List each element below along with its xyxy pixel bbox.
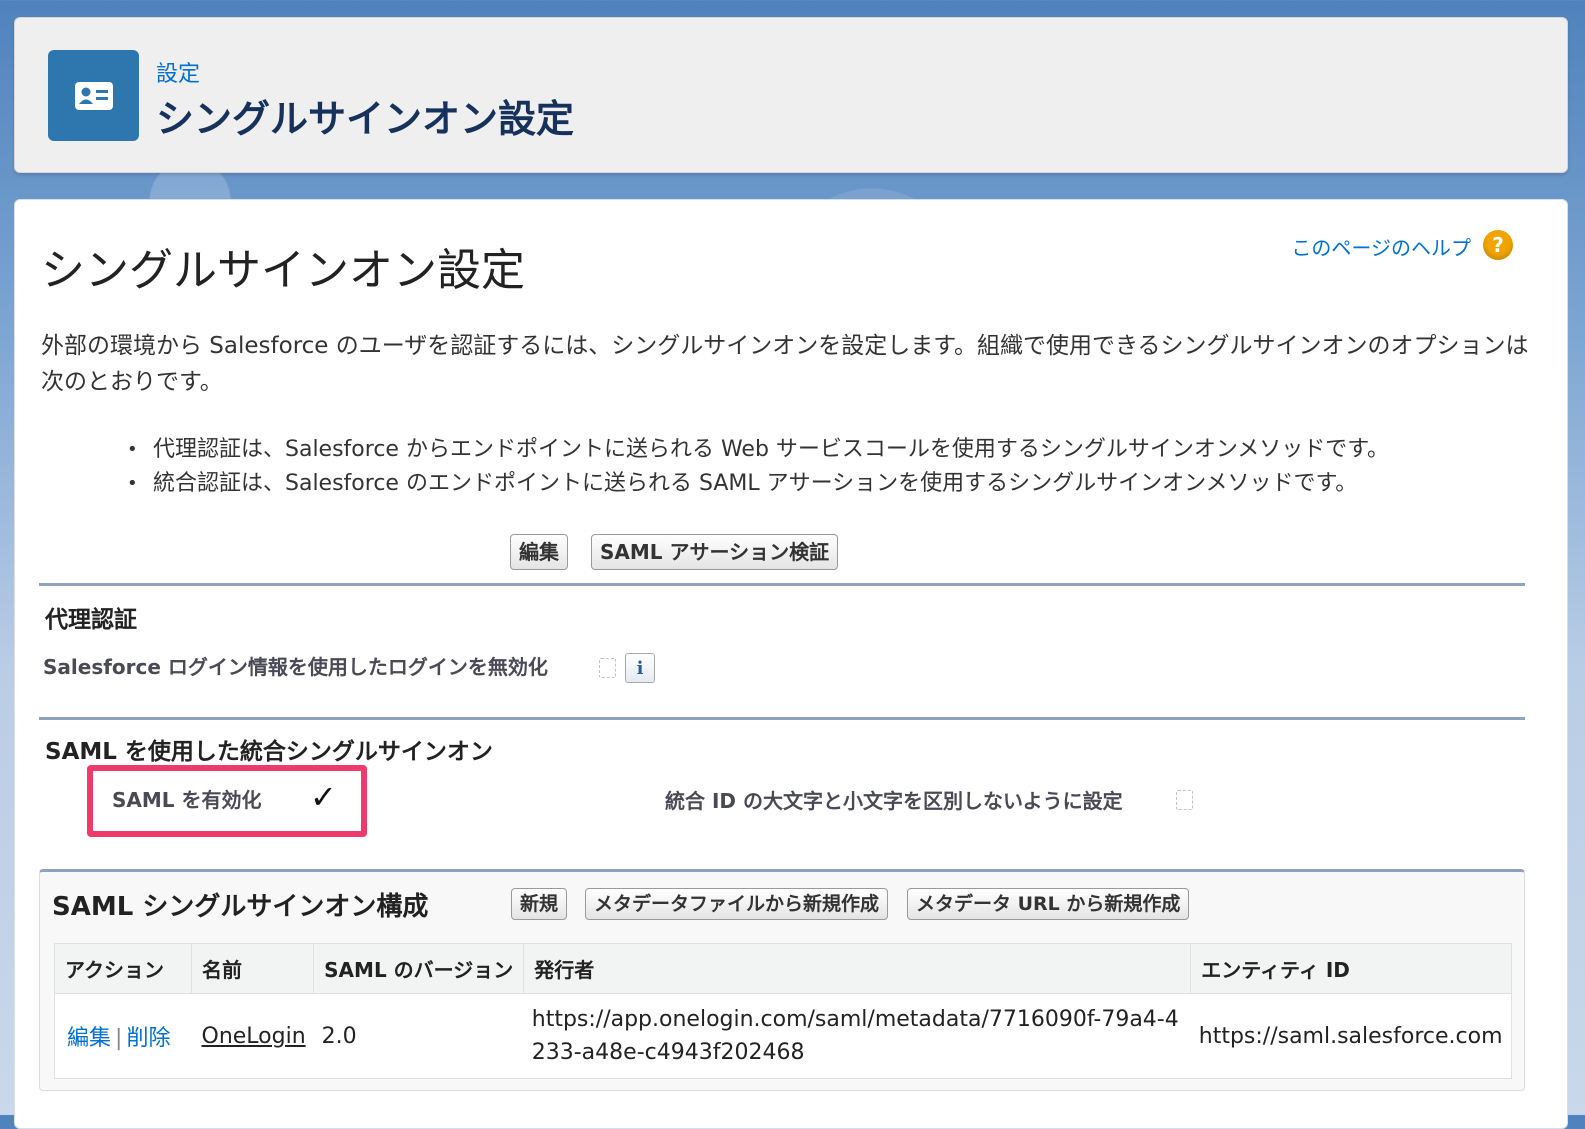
action-separator: | bbox=[115, 1026, 123, 1051]
saml-config-table: アクション 名前 SAML のバージョン 発行者 エンティティ ID 編集 | 削除… bbox=[54, 943, 1512, 1079]
enable-saml-label: SAML を有効化 bbox=[112, 788, 262, 812]
column-header: エンティティ ID bbox=[1190, 943, 1512, 994]
disable-login-checkbox[interactable] bbox=[599, 658, 616, 678]
row-delete-link[interactable]: 削除 bbox=[126, 1026, 170, 1051]
saml-section-title: SAML を使用した統合シングルサインオン bbox=[45, 739, 493, 765]
enable-saml-checkbox[interactable]: ✓ bbox=[310, 778, 337, 816]
new-from-url-button[interactable]: メタデータ URL から新規作成 bbox=[907, 888, 1190, 920]
contact-card-icon bbox=[48, 50, 139, 141]
delegated-section-title: 代理認証 bbox=[45, 607, 137, 633]
list-item: 統合認証は、Salesforce のエンドポイントに送られる SAML アサーシ… bbox=[127, 467, 1389, 501]
sso-options-list: 代理認証は、Salesforce からエンドポイントに送られる Web サービス… bbox=[127, 433, 1389, 501]
disable-login-label: Salesforce ログイン情報を使用したログインを無効化 bbox=[43, 655, 548, 679]
saml-config-panel: SAML シングルサインオン構成 新規 メタデータファイルから新規作成 メタデー… bbox=[39, 869, 1525, 1091]
column-header: アクション bbox=[54, 943, 192, 994]
help-icon[interactable]: ? bbox=[1483, 230, 1513, 260]
new-button[interactable]: 新規 bbox=[511, 888, 568, 920]
config-title: SAML シングルサインオン構成 bbox=[52, 892, 429, 922]
table-header-row: アクション 名前 SAML のバージョン 発行者 エンティティ ID bbox=[54, 943, 1512, 994]
column-header: SAML のバージョン bbox=[313, 943, 525, 994]
breadcrumb[interactable]: 設定 bbox=[156, 56, 200, 88]
list-item: 代理認証は、Salesforce からエンドポイントに送られる Web サービス… bbox=[127, 433, 1389, 467]
intro-text: 外部の環境から Salesforce のユーザを認証するには、シングルサインオン… bbox=[41, 333, 1529, 395]
new-from-file-button[interactable]: メタデータファイルから新規作成 bbox=[585, 888, 889, 920]
issuer-cell: https://app.onelogin.com/saml/metadata/7… bbox=[531, 1007, 1179, 1065]
action-cell: 編集 | 削除 bbox=[55, 994, 192, 1079]
divider bbox=[39, 583, 1525, 586]
entity-id-cell: https://saml.salesforce.com bbox=[1198, 1023, 1503, 1049]
row-edit-link[interactable]: 編集 bbox=[67, 1026, 111, 1051]
edit-button[interactable]: 編集 bbox=[510, 534, 568, 570]
main-card: シングルサインオン設定 このページのヘルプ ? 外部の環境から Salesfor… bbox=[14, 199, 1568, 1129]
info-icon[interactable]: i bbox=[625, 653, 655, 683]
page-title: シングルサインオン設定 bbox=[41, 245, 525, 296]
version-cell: 2.0 bbox=[321, 1023, 357, 1049]
table-row: 編集 | 削除 OneLogin 2.0 https://app.onelogin.… bbox=[55, 994, 1512, 1079]
header-title: シングルサインオン設定 bbox=[156, 97, 575, 141]
help-link[interactable]: このページのヘルプ bbox=[1291, 232, 1471, 261]
case-insensitive-label: 統合 ID の大文字と小文字を区別しないように設定 bbox=[665, 789, 1123, 813]
config-name-link[interactable]: OneLogin bbox=[202, 1024, 306, 1049]
case-insensitive-checkbox[interactable] bbox=[1176, 790, 1193, 810]
divider bbox=[39, 717, 1525, 720]
validate-saml-button[interactable]: SAML アサーション検証 bbox=[591, 534, 839, 570]
column-header: 発行者 bbox=[523, 943, 1192, 994]
column-header: 名前 bbox=[191, 943, 315, 994]
name-cell: OneLogin bbox=[192, 994, 314, 1079]
page-header: 設定 シングルサインオン設定 bbox=[14, 17, 1568, 173]
